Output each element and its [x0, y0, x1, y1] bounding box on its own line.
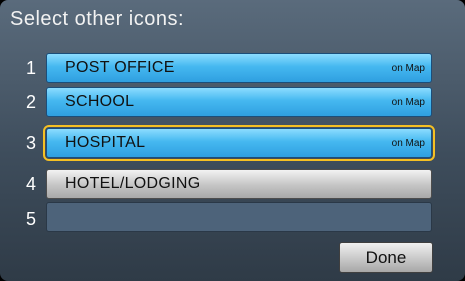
list-item-hotel-lodging[interactable]: HOTEL/LODGING [46, 169, 432, 199]
list-item-post-office[interactable]: POST OFFICE on Map [46, 53, 432, 83]
list-item-empty[interactable] [46, 202, 432, 232]
on-map-tag: on Map [391, 63, 425, 74]
list-item-label: SCHOOL [65, 93, 135, 110]
list-item-label: HOTEL/LODGING [65, 175, 201, 192]
row-number-4: 4 [25, 174, 36, 194]
row-number-2: 2 [25, 92, 36, 112]
row-number-3: 3 [25, 133, 36, 153]
list-item-school[interactable]: SCHOOL on Map [46, 87, 432, 117]
screen: Select other icons: 1 POST OFFICE on Map… [0, 0, 465, 281]
list-item-hospital[interactable]: HOSPITAL on Map [43, 125, 435, 161]
on-map-tag: on Map [391, 138, 425, 149]
on-map-tag: on Map [391, 97, 425, 108]
list-item-label: HOSPITAL [65, 134, 146, 151]
page-title: Select other icons: [10, 8, 185, 30]
list-item-label: POST OFFICE [65, 59, 175, 76]
done-button[interactable]: Done [339, 242, 433, 273]
row-number-1: 1 [25, 58, 36, 78]
row-number-5: 5 [25, 209, 36, 229]
